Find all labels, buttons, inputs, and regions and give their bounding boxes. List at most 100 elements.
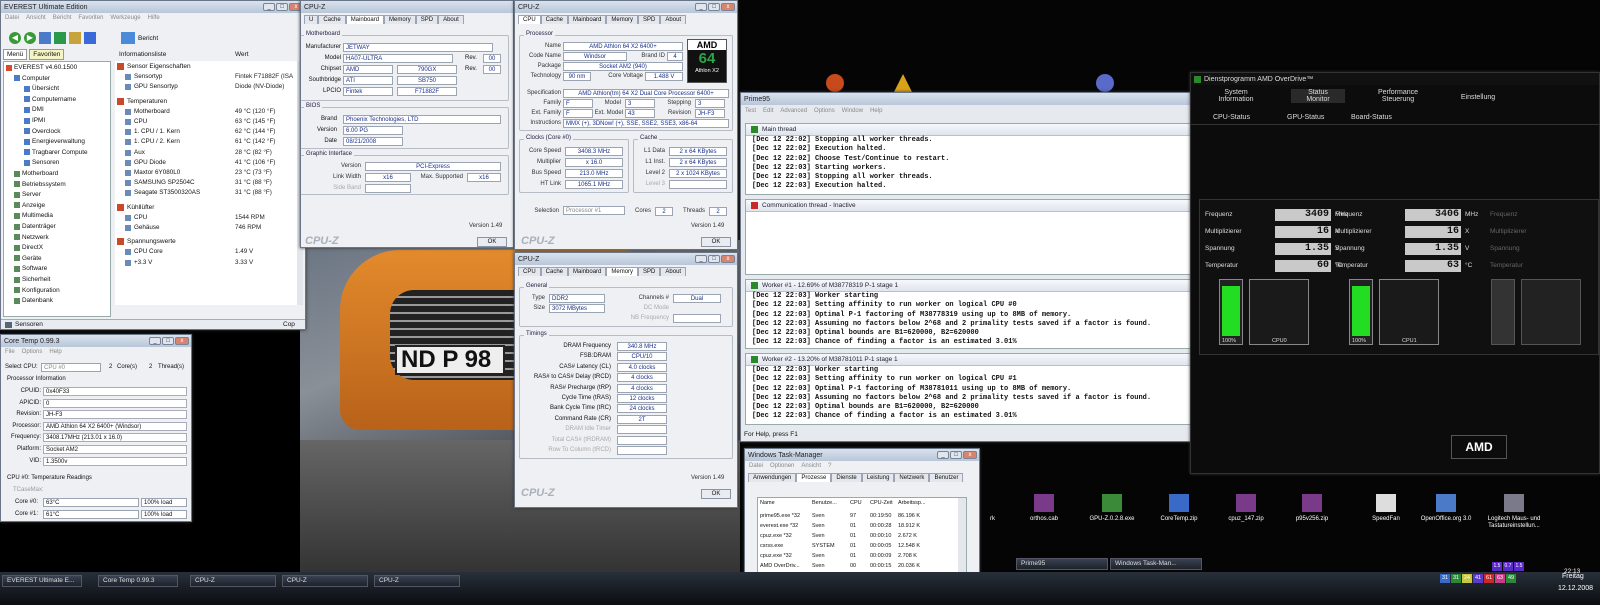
tray-temp[interactable]: 63	[1495, 574, 1505, 583]
tab-users[interactable]: Benutzer	[929, 473, 964, 482]
amd-titlebar[interactable]: Dienstprogramm AMD OverDrive™	[1191, 73, 1599, 85]
tray-temp[interactable]: 61	[1484, 574, 1494, 583]
nav-settings[interactable]: Einstellung	[1451, 94, 1505, 101]
tab-mainboard[interactable]: Mainboard	[568, 267, 607, 276]
amd-overdrive-window[interactable]: Dienstprogramm AMD OverDrive™ System Inf…	[1190, 72, 1600, 474]
ok-button[interactable]: OK	[701, 489, 731, 499]
user-icon[interactable]	[69, 32, 81, 44]
tree-item[interactable]: Software	[14, 265, 47, 272]
process-row[interactable]: AMD OverDriv... Sven 00 00:00:15 20.036 K	[758, 562, 954, 572]
subtab-gpu-status[interactable]: GPU-Status	[1287, 114, 1324, 121]
desktop-icon[interactable]	[1376, 494, 1396, 512]
tree-item[interactable]: Datenbank	[14, 297, 53, 304]
tree-item[interactable]: Anzeige	[14, 202, 45, 209]
tree-item[interactable]: Tragbarer Compute	[24, 149, 88, 156]
taskbar-item[interactable]: CPU-Z	[282, 575, 368, 587]
tree-item[interactable]: DirectX	[14, 244, 43, 251]
menu-item[interactable]: Edit	[763, 108, 773, 114]
report-button[interactable]: Bericht	[138, 35, 158, 42]
tree-item[interactable]: Konfiguration	[14, 287, 60, 294]
desktop-icon-label[interactable]: orthos.cab	[1012, 516, 1076, 523]
tab-applications[interactable]: Anwendungen	[748, 473, 797, 482]
close-button[interactable]: x	[963, 451, 977, 459]
maximize-button[interactable]: □	[950, 451, 962, 459]
favorites-icon[interactable]	[84, 32, 96, 44]
menu-item[interactable]: Optionen	[770, 463, 794, 469]
process-row[interactable]: csrss.exe SYSTEM 01 00:00:05 12.548 K	[758, 542, 954, 552]
tab-network[interactable]: Netzwerk	[894, 473, 930, 482]
tab-about[interactable]: About	[660, 15, 687, 24]
nav-performance[interactable]: Performance Steuerung	[1371, 89, 1425, 103]
subtab-board-status[interactable]: Board-Status	[1351, 114, 1392, 121]
tree-item[interactable]: Übersicht	[24, 85, 59, 92]
desktop-icon[interactable]	[1436, 494, 1456, 512]
menu-item[interactable]: Favoriten	[78, 15, 103, 21]
close-button[interactable]: x	[175, 337, 189, 345]
taskbar-item[interactable]: EVEREST Ultimate E...	[2, 575, 82, 587]
tree-item[interactable]: Betriebssystem	[14, 181, 66, 188]
up-icon[interactable]	[39, 32, 51, 44]
clock-day[interactable]: Freitag	[1562, 573, 1584, 580]
minimize-button[interactable]: _	[149, 337, 161, 345]
tray-temp[interactable]: 49	[1506, 574, 1516, 583]
menu-item[interactable]: Window	[842, 108, 863, 114]
tab-cpu[interactable]: CPU	[518, 267, 541, 276]
minimize-button[interactable]: _	[263, 3, 275, 11]
tree-item[interactable]: Netzwerk	[14, 234, 49, 241]
everest-titlebar[interactable]: EVEREST Ultimate Edition _ □ x	[1, 1, 305, 13]
tree-item[interactable]: DMI	[24, 106, 44, 113]
menu-item[interactable]: Test	[745, 108, 756, 114]
processor-select[interactable]: Processor #1	[563, 206, 625, 215]
menu-item[interactable]: Werkzeuge	[110, 15, 140, 21]
nav-status-monitor[interactable]: Status Monitor	[1291, 89, 1345, 103]
desktop-icon-label[interactable]: p95v256.zip	[1280, 516, 1344, 523]
cpuz-cpu-window[interactable]: CPU-Z _ □ x CPU Cache Mainboard Memory SPD About…	[514, 0, 738, 250]
close-button[interactable]: x	[721, 255, 735, 263]
tree-item[interactable]: Geräte	[14, 255, 42, 262]
process-row[interactable]: everest.exe *32 Sven 01 00:00:28 18.912 K	[758, 522, 954, 532]
desktop-icon[interactable]	[1034, 494, 1054, 512]
tab-memory[interactable]: Memory	[606, 267, 639, 276]
tab-performance[interactable]: Leistung	[861, 473, 895, 482]
tree-item[interactable]: Multimedia	[14, 212, 53, 219]
ok-button[interactable]: OK	[477, 237, 507, 247]
tree-item[interactable]: Server	[14, 191, 41, 198]
process-row[interactable]: cpuz.exe *32 Sven 01 00:00:09 2.708 K	[758, 552, 954, 562]
everest-window[interactable]: EVEREST Ultimate Edition _ □ x Datei Ansicht…	[0, 0, 306, 330]
prime95-titlebar[interactable]: Prime95	[741, 93, 1191, 105]
taskbar-item[interactable]: CPU-Z	[190, 575, 276, 587]
tab-menu[interactable]: Menü	[3, 49, 28, 60]
prime95-window[interactable]: Prime95 Test Edit Advanced Options Window Hel…	[740, 92, 1192, 442]
column-header[interactable]: Arbeitssp...	[898, 500, 926, 506]
maximize-button[interactable]: □	[708, 255, 720, 263]
close-button[interactable]: x	[721, 3, 735, 11]
taskbar-item[interactable]: Windows Task-Man...	[1110, 558, 1202, 570]
menu-item[interactable]: Ansicht	[801, 463, 821, 469]
desktop-icon[interactable]	[1504, 494, 1524, 512]
menu-item[interactable]: Advanced	[780, 108, 807, 114]
tree-item[interactable]: Energieverwaltung	[24, 138, 85, 145]
tray-temp[interactable]: 31	[1440, 574, 1450, 583]
cpuz-titlebar[interactable]: CPU-Z	[301, 1, 513, 13]
column-header[interactable]: CPU-Zeit	[870, 500, 893, 506]
tab-mainboard[interactable]: Mainboard	[568, 15, 607, 24]
tray-temp[interactable]: 24	[1462, 574, 1472, 583]
ok-button[interactable]: OK	[701, 237, 731, 247]
tab-spd[interactable]: SPD	[638, 15, 661, 24]
taskbar-item[interactable]: Core Temp 0.99.3	[98, 575, 178, 587]
desktop-icon-label[interactable]: rk	[990, 516, 995, 522]
taskbar-item[interactable]: Prime95	[1016, 558, 1108, 570]
menu-item[interactable]: ?	[828, 463, 831, 469]
menu-item[interactable]: Bericht	[53, 15, 72, 21]
menu-item[interactable]: Datei	[5, 15, 19, 21]
cpuz-titlebar[interactable]: CPU-Z _ □ x	[515, 253, 737, 265]
tree-item[interactable]: EVEREST v4.60.1500	[6, 64, 77, 71]
taskman-titlebar[interactable]: Windows Task-Manager _ □ x	[745, 449, 979, 461]
tab-memory[interactable]: Memory	[384, 15, 416, 24]
column-header[interactable]: CPU	[850, 500, 862, 506]
clock-date[interactable]: 12.12.2008	[1558, 585, 1593, 592]
forward-icon[interactable]: ▶	[24, 32, 36, 44]
cpuz-memory-window[interactable]: CPU-Z _ □ x CPU Cache Mainboard Memory SPD About…	[514, 252, 738, 508]
minimize-button[interactable]: _	[695, 255, 707, 263]
tab-about[interactable]: About	[660, 267, 687, 276]
